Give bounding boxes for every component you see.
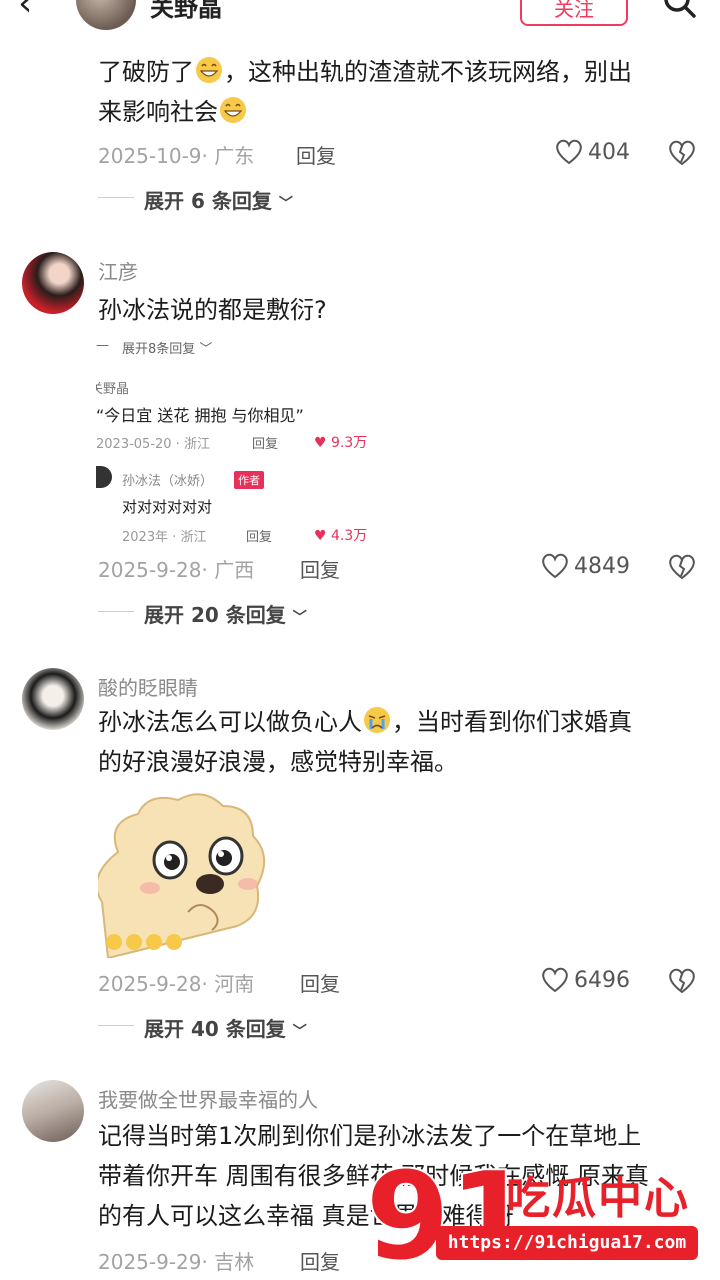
comment-text-line: 来影响社会 xyxy=(98,98,218,126)
user-name[interactable]: 关野晶 xyxy=(150,0,222,23)
quoted-likes: ♥ 9.3万 xyxy=(314,435,368,451)
dislike-icon[interactable] xyxy=(667,139,697,167)
chevron-down-icon: ﹀ xyxy=(292,610,307,626)
comment-meta: 2025-9-28· 广西 xyxy=(98,558,255,582)
dislike-icon[interactable] xyxy=(667,553,697,581)
avatar[interactable] xyxy=(22,1080,84,1142)
chevron-down-icon: ﹀ xyxy=(292,1024,307,1040)
avatar[interactable] xyxy=(76,0,136,30)
quoted-like-count: 9.3万 xyxy=(331,435,368,451)
follow-button[interactable]: 关注 xyxy=(520,0,628,26)
avatar[interactable] xyxy=(22,668,84,730)
reply-button[interactable]: 回复 xyxy=(296,140,336,169)
comment-meta: 2025-9-28· 河南 xyxy=(98,972,255,996)
grin-emoji-icon xyxy=(220,97,246,123)
like-count: 404 xyxy=(588,140,630,165)
divider xyxy=(98,611,134,612)
watermark-brand: 吃瓜中心 xyxy=(506,1173,690,1224)
comment-image[interactable]: — 展开8条回复 ﹀ 关野晶 “今日宜 送花 拥抱 与你相见” 2023-05-… xyxy=(96,332,386,550)
dislike-icon[interactable] xyxy=(667,967,697,995)
expand-text: 展开8条回复 xyxy=(122,342,196,357)
expand-replies-button[interactable]: 展开 40 条回复 ﹀ xyxy=(144,1013,307,1042)
expand-replies-label: 展开8条回复 ﹀ xyxy=(122,342,213,357)
comment-text-line: 了破防了 xyxy=(98,58,194,86)
sub-likes: ♥ 4.3万 xyxy=(314,528,368,544)
reply-button[interactable]: 回复 xyxy=(300,968,340,997)
sub-reply: 回复 xyxy=(246,530,273,545)
author-badge: 作者 xyxy=(234,471,264,489)
search-icon[interactable] xyxy=(660,0,700,26)
cry-emoji-icon xyxy=(364,707,390,733)
sticker-image[interactable] xyxy=(98,792,268,958)
back-icon[interactable]: ‹ xyxy=(18,0,58,26)
expand-label: 展开 20 条回复 xyxy=(144,603,286,627)
expand-label: 展开 40 条回复 xyxy=(144,1017,286,1041)
top-bar: ‹ 关野晶 关注 xyxy=(0,0,720,44)
quoted-text: “今日宜 送花 拥抱 与你相见” xyxy=(96,406,304,425)
expand-label: 展开 6 条回复 xyxy=(144,189,272,213)
sub-like-count: 4.3万 xyxy=(331,528,368,544)
comment-text: 了破防了 ，这种出轨的渣渣就不该玩网络，别出 来影响社会 xyxy=(98,52,698,132)
expand-replies-button[interactable]: 展开 20 条回复 ﹀ xyxy=(144,599,307,628)
divider xyxy=(98,1025,134,1026)
comment-text-line: ，这种出轨的渣渣就不该玩网络，别出 xyxy=(224,58,632,86)
heart-icon[interactable] xyxy=(540,552,570,580)
commenter-name[interactable]: 酸的眨眼睛 xyxy=(98,672,198,701)
sub-comment-meta: 2023年 · 浙江 xyxy=(122,530,207,545)
sub-commenter-name: 孙冰法（冰娇） xyxy=(122,474,214,489)
comment-text-line: 的好浪漫好浪漫，感觉特别幸福。 xyxy=(98,748,458,776)
reply-button[interactable]: 回复 xyxy=(300,554,340,583)
like-count: 6496 xyxy=(574,968,630,993)
divider xyxy=(98,197,134,198)
expand-line: — xyxy=(96,338,109,353)
chevron-down-icon: ﹀ xyxy=(278,196,293,212)
comment-text-line: 孙冰法怎么可以做负心人 xyxy=(98,708,362,736)
commenter-name[interactable]: 我要做全世界最幸福的人 xyxy=(98,1084,318,1113)
like-count: 4849 xyxy=(574,554,630,579)
avatar xyxy=(96,466,112,488)
comment-meta: 2025-10-9· 广东 xyxy=(98,144,255,168)
avatar[interactable] xyxy=(22,252,84,314)
watermark-url: https://91chigua17.com xyxy=(436,1226,698,1260)
grin-emoji-icon xyxy=(196,57,222,83)
reply-button[interactable]: 回复 xyxy=(300,1246,340,1275)
heart-icon[interactable] xyxy=(554,138,584,166)
sub-comment-text: 对对对对对对 xyxy=(122,498,213,516)
comment-text: 孙冰法怎么可以做负心人 ，当时看到你们求婚真 的好浪漫好浪漫，感觉特别幸福。 xyxy=(98,702,698,782)
quoted-reply: 回复 xyxy=(252,437,279,452)
quoted-meta: 2023-05-20 · 浙江 xyxy=(96,437,210,452)
comment-text-line: ，当时看到你们求婚真 xyxy=(392,708,632,736)
heart-icon[interactable] xyxy=(540,966,570,994)
quoted-user: 关野晶 xyxy=(96,382,130,397)
comment-text: 孙冰法说的都是敷衍? xyxy=(98,296,327,324)
expand-replies-button[interactable]: 展开 6 条回复 ﹀ xyxy=(144,185,293,214)
comment-meta: 2025-9-29· 吉林 xyxy=(98,1250,255,1274)
commenter-name[interactable]: 江彦 xyxy=(98,256,138,285)
